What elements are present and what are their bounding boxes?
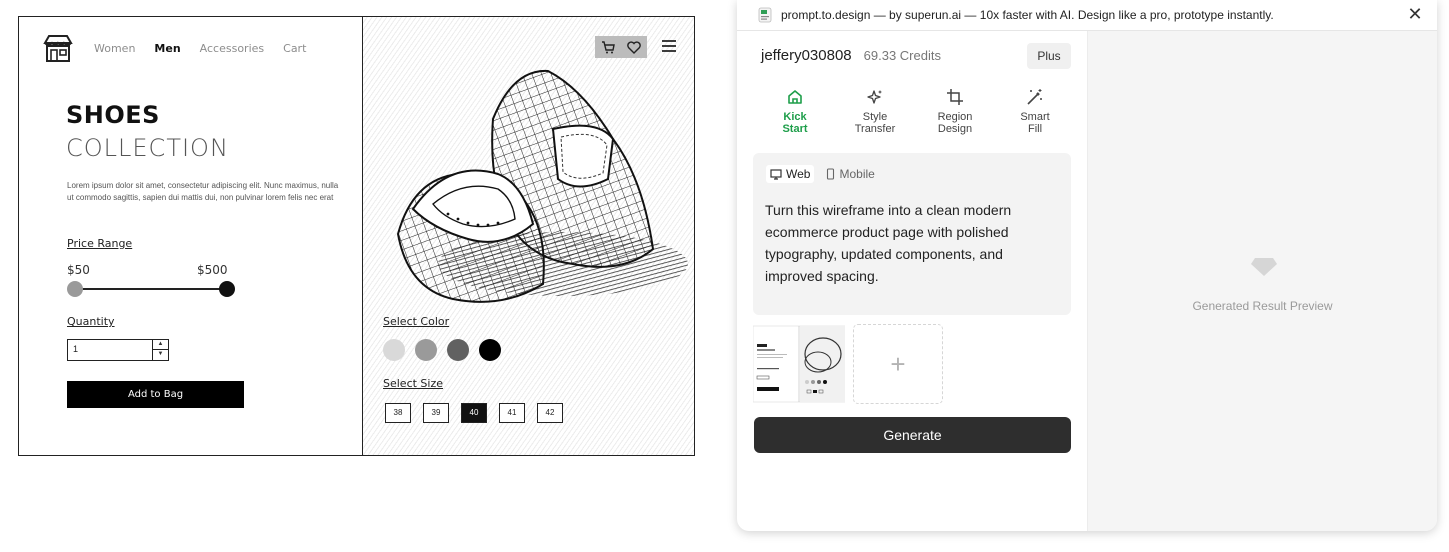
cart-icon[interactable] — [601, 40, 615, 54]
username: jeffery030808 — [761, 47, 852, 64]
sparkles-icon — [867, 90, 882, 104]
tab-region-design-line1: Region — [937, 111, 973, 123]
tab-style-transfer[interactable]: Style Transfer — [835, 88, 915, 135]
mode-tabs: Kick Start Style Transfer Region Design — [755, 88, 1075, 135]
monitor-icon — [770, 168, 782, 180]
close-icon[interactable]: ✕ — [1405, 4, 1425, 24]
price-max-value: $500 — [197, 263, 228, 277]
size-option-38[interactable]: 38 — [385, 403, 411, 423]
device-tabs: Web Mobile — [766, 165, 879, 183]
header-actions — [595, 36, 647, 58]
tab-mobile-label: Mobile — [839, 167, 875, 181]
stepper-buttons: ▲ ▼ — [152, 340, 168, 360]
thumbnail-image — [753, 325, 845, 403]
wireframe-thumbnail[interactable] — [753, 324, 845, 404]
color-swatches — [383, 339, 501, 361]
price-range-label: Price Range — [67, 237, 133, 250]
nav-link-women[interactable]: Women — [94, 42, 135, 55]
hamburger-menu-icon[interactable] — [661, 39, 677, 53]
select-size-label: Select Size — [383, 377, 444, 390]
app-logo-icon — [758, 7, 772, 23]
size-option-41[interactable]: 41 — [499, 403, 525, 423]
price-slider-min-handle[interactable] — [67, 281, 83, 297]
tab-smart-fill-line2: Fill — [1027, 123, 1043, 135]
select-color-label: Select Color — [383, 315, 450, 328]
quantity-stepper[interactable]: 1 ▲ ▼ — [67, 339, 169, 361]
credits-balance: 69.33 Credits — [863, 48, 941, 63]
crop-icon — [947, 89, 963, 105]
panel-title: prompt.to.design — by superun.ai — 10x f… — [781, 8, 1274, 22]
tab-mobile[interactable]: Mobile — [822, 165, 878, 183]
nav-link-cart[interactable]: Cart — [283, 42, 306, 55]
tab-smart-fill[interactable]: Smart Fill — [995, 88, 1075, 135]
tab-kick-start-line1: Kick — [783, 111, 807, 123]
tab-region-design-line2: Design — [937, 123, 973, 135]
wireframe-right-panel: Select Color Select Size 38 39 40 41 42 — [363, 17, 694, 455]
tab-kick-start-line2: Start — [782, 123, 808, 135]
collection-subtitle: COLLECTION — [66, 134, 229, 162]
stepper-down-icon[interactable]: ▼ — [153, 350, 168, 360]
wireframe-nav: Women Men Accessories Cart — [41, 33, 306, 63]
collection-description: Lorem ipsum dolor sit amet, consectetur … — [67, 181, 339, 202]
wireframe-canvas: Women Men Accessories Cart SHOES COLLECT… — [18, 16, 695, 456]
price-min-value: $50 — [67, 263, 90, 277]
tab-smart-fill-line1: Smart — [1020, 111, 1050, 123]
store-icon — [43, 35, 73, 62]
plugin-panel: prompt.to.design — by superun.ai — 10x f… — [737, 0, 1437, 531]
nav-link-accessories[interactable]: Accessories — [200, 42, 264, 55]
shoe-illustration — [396, 69, 688, 303]
plan-badge[interactable]: Plus — [1027, 43, 1071, 69]
phone-icon — [827, 168, 835, 180]
color-swatch-gray[interactable] — [415, 339, 437, 361]
home-icon — [788, 90, 802, 104]
collection-title: SHOES — [66, 101, 160, 129]
preview-placeholder-text: Generated Result Preview — [1192, 299, 1333, 313]
tab-region-design[interactable]: Region Design — [915, 88, 995, 135]
size-option-42[interactable]: 42 — [537, 403, 563, 423]
price-slider-track — [74, 288, 227, 290]
add-image-button[interactable]: + — [853, 324, 943, 404]
tab-style-transfer-line2: Transfer — [854, 123, 896, 135]
tab-kick-start[interactable]: Kick Start — [755, 88, 835, 135]
wireframe-left-panel: Women Men Accessories Cart SHOES COLLECT… — [19, 17, 363, 455]
tab-web[interactable]: Web — [766, 165, 815, 183]
tab-web-label: Web — [786, 167, 811, 181]
heart-icon[interactable] — [627, 40, 641, 54]
prompt-textarea[interactable]: Turn this wireframe into a clean modern … — [765, 199, 1061, 287]
price-slider-max-handle[interactable] — [219, 281, 235, 297]
result-preview: Generated Result Preview — [1088, 31, 1437, 531]
quantity-value[interactable]: 1 — [73, 344, 78, 354]
magic-wand-icon — [1027, 89, 1042, 105]
size-option-40[interactable]: 40 — [461, 403, 487, 423]
panel-sidebar: jeffery030808 69.33 Credits Plus Kick St… — [737, 31, 1088, 531]
nav-link-men[interactable]: Men — [154, 42, 180, 55]
diamond-icon — [1251, 258, 1277, 276]
generate-button[interactable]: Generate — [754, 417, 1071, 453]
prompt-box: Web Mobile Turn this wireframe into a cl… — [753, 153, 1071, 315]
color-swatch-light-gray[interactable] — [383, 339, 405, 361]
size-option-39[interactable]: 39 — [423, 403, 449, 423]
size-options: 38 39 40 41 42 — [385, 403, 563, 423]
color-swatch-black[interactable] — [479, 339, 501, 361]
tab-style-transfer-line1: Style — [862, 111, 888, 123]
account-info: jeffery030808 69.33 Credits — [761, 47, 941, 64]
stepper-up-icon[interactable]: ▲ — [153, 340, 168, 350]
panel-header: prompt.to.design — by superun.ai — 10x f… — [737, 0, 1437, 31]
add-to-bag-button[interactable]: Add to Bag — [67, 381, 244, 408]
color-swatch-dark-gray[interactable] — [447, 339, 469, 361]
quantity-label: Quantity — [67, 315, 115, 328]
